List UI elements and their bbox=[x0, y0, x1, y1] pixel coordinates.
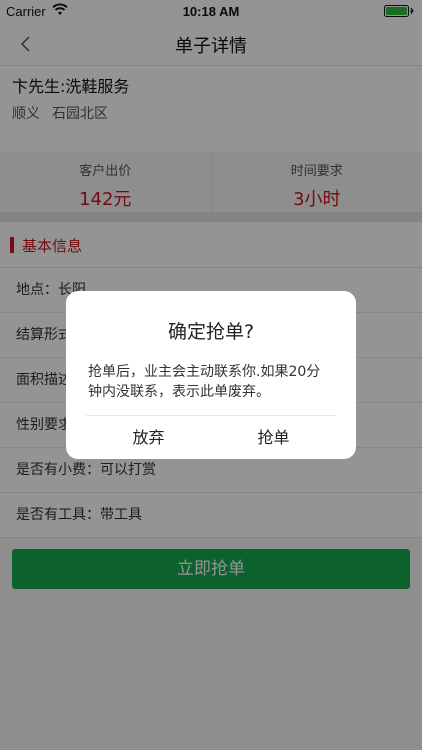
dialog-actions: 放弃 抢单 bbox=[86, 415, 336, 459]
dialog-title: 确定抢单? bbox=[167, 321, 255, 343]
dialog-cancel-button[interactable]: 放弃 bbox=[86, 416, 211, 459]
confirm-dialog: 确定抢单? 抢单后，业主会主动联系你.如果20分钟内没联系，表示此单废弃。 放弃… bbox=[66, 291, 356, 459]
dialog-confirm-button[interactable]: 抢单 bbox=[211, 416, 336, 459]
dialog-message: 抢单后，业主会主动联系你.如果20分钟内没联系，表示此单废弃。 bbox=[88, 364, 321, 400]
